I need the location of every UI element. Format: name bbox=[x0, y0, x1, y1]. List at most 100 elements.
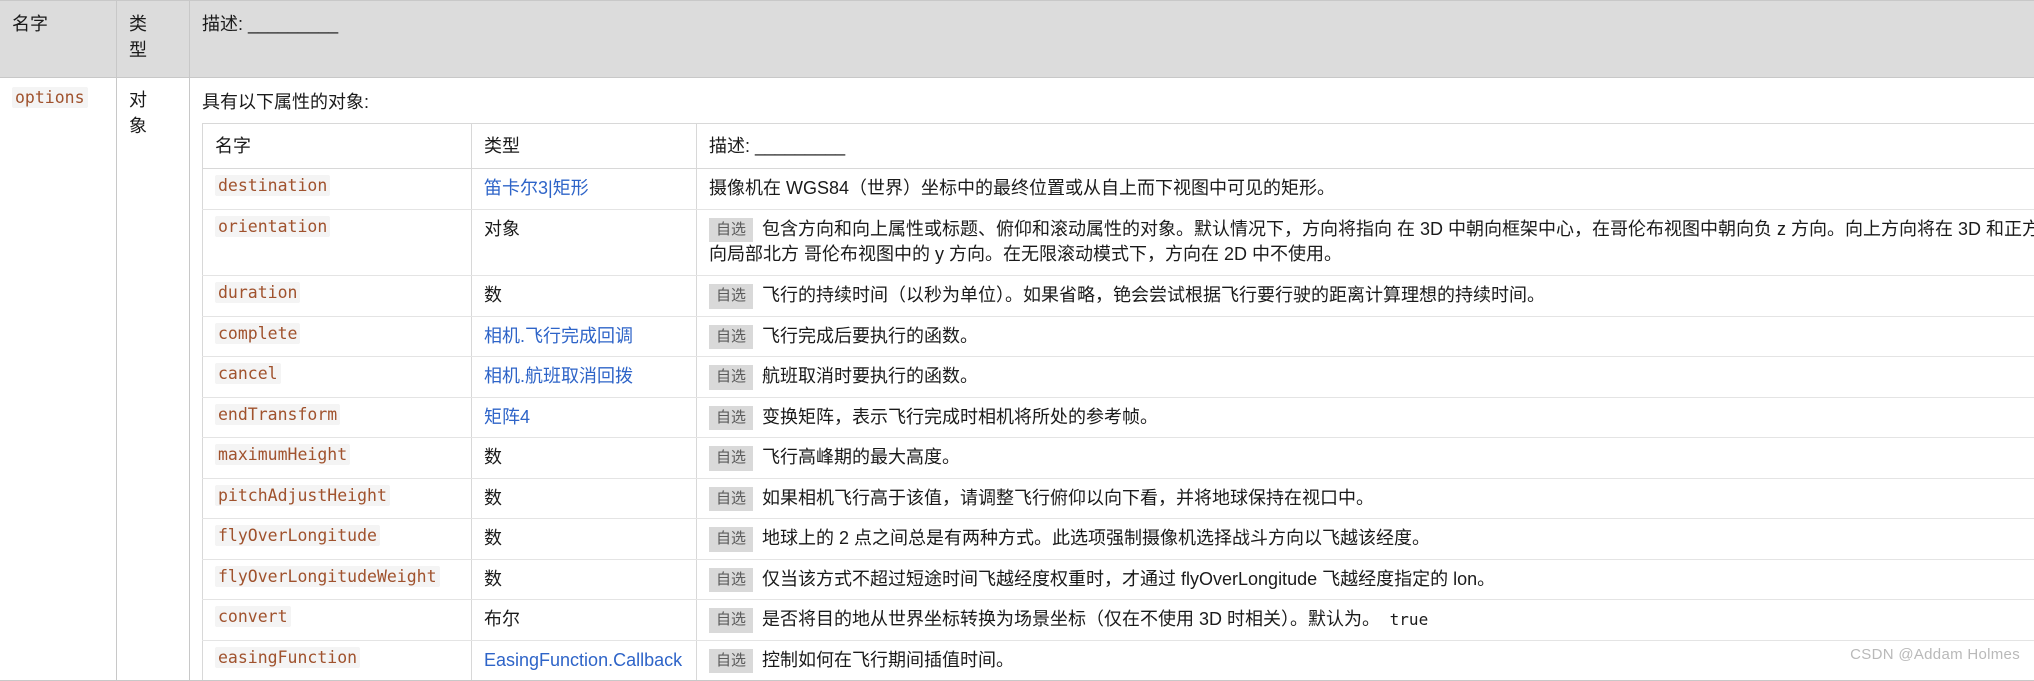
property-description-wrapper: 自选仅当该方式不超过短途时间飞越经度权重时，才通过 flyOverLongitu… bbox=[709, 567, 2034, 593]
inner-header-type: 类型 bbox=[472, 124, 697, 169]
optional-badge: 自选 bbox=[709, 365, 753, 390]
property-description-cell: 自选飞行高峰期的最大高度。 bbox=[697, 438, 2034, 479]
property-type-link[interactable]: EasingFunction.Callback bbox=[484, 650, 682, 670]
property-type-cell: 矩阵4 bbox=[472, 397, 697, 438]
outer-table-body: options 对 象 具有以下属性的对象: 名字 类型 描述: _______… bbox=[0, 78, 2034, 681]
property-type-cell: 相机.航班取消回拨 bbox=[472, 357, 697, 398]
property-name: destination bbox=[215, 175, 330, 196]
property-description: 包含方向和向上属性或标题、俯仰和滚动属性的对象。默认情况下，方向将指向 在 3D… bbox=[709, 219, 2034, 265]
property-description: 变换矩阵，表示飞行完成时相机将所处的参考帧。 bbox=[762, 407, 1158, 427]
property-description: 是否将目的地从世界坐标转换为场景坐标（仅在不使用 3D 时相关）。默认为。 bbox=[762, 609, 1380, 629]
property-type-cell: EasingFunction.Callback bbox=[472, 640, 697, 680]
outer-row-type: 对 象 bbox=[117, 78, 190, 681]
property-type-link[interactable]: 相机.航班取消回拨 bbox=[484, 366, 633, 386]
property-description-wrapper: 自选航班取消时要执行的函数。 bbox=[709, 364, 2034, 390]
optional-badge: 自选 bbox=[709, 325, 753, 350]
optional-badge: 自选 bbox=[709, 649, 753, 674]
property-type-link[interactable]: 笛卡尔3|矩形 bbox=[484, 178, 589, 198]
property-description-default-value: true bbox=[1380, 610, 1428, 629]
table-row: complete 相机.飞行完成回调 自选飞行完成后要执行的函数。 bbox=[203, 316, 2034, 357]
table-row: convert 布尔自选是否将目的地从世界坐标转换为场景坐标（仅在不使用 3D 时… bbox=[203, 600, 2034, 641]
table-row: flyOverLongitudeWeight 数 自选仅当该方式不超过短途时间飞越经… bbox=[203, 559, 2034, 600]
property-type-cell: 数 bbox=[472, 478, 697, 519]
property-type-cell: 布尔 bbox=[472, 600, 697, 641]
property-description-cell: 自选航班取消时要执行的函数。 bbox=[697, 357, 2034, 398]
property-name-cell: easingFunction bbox=[203, 640, 472, 680]
property-name-cell: orientation bbox=[203, 209, 472, 275]
table-row: endTransform 矩阵4 自选变换矩阵，表示飞行完成时相机将所处的参考帧。 bbox=[203, 397, 2034, 438]
property-type-link[interactable]: 矩阵4 bbox=[484, 407, 530, 427]
property-description-wrapper: 自选地球上的 2 点之间总是有两种方式。此选项强制摄像机选择战斗方向以飞越该经度… bbox=[709, 526, 2034, 552]
property-description-cell: 自选如果相机飞行高于该值，请调整飞行俯仰以向下看，并将地球保持在视口中。 bbox=[697, 478, 2034, 519]
property-description: 飞行的持续时间（以秒为单位）。如果省略，铯会尝试根据飞行要行驶的距离计算理想的持… bbox=[762, 285, 1545, 305]
property-name: orientation bbox=[215, 216, 330, 237]
property-name: duration bbox=[215, 282, 300, 303]
property-description-cell: 摄像机在 WGS84（世界）坐标中的最终位置或从自上而下视图中可见的矩形。 bbox=[697, 169, 2034, 210]
property-description-wrapper: 自选是否将目的地从世界坐标转换为场景坐标（仅在不使用 3D 时相关）。默认为。 … bbox=[709, 607, 2034, 633]
property-description: 飞行完成后要执行的函数。 bbox=[762, 326, 978, 346]
optional-badge: 自选 bbox=[709, 527, 753, 552]
optional-badge: 自选 bbox=[709, 406, 753, 431]
optional-badge: 自选 bbox=[709, 284, 753, 309]
table-row: duration数自选飞行的持续时间（以秒为单位）。如果省略，铯会尝试根据飞行要… bbox=[203, 276, 2034, 317]
property-description-cell: 自选地球上的 2 点之间总是有两种方式。此选项强制摄像机选择战斗方向以飞越该经度… bbox=[697, 519, 2034, 560]
optional-badge: 自选 bbox=[709, 218, 753, 243]
property-description-wrapper: 摄像机在 WGS84（世界）坐标中的最终位置或从自上而下视图中可见的矩形。 bbox=[709, 176, 2034, 202]
property-name: cancel bbox=[215, 363, 281, 384]
outer-table-header: 名字 类 型 描述: _________ bbox=[0, 1, 2034, 78]
table-row: orientation 对象自选包含方向和向上属性或标题、俯仰和滚动属性的对象。默… bbox=[203, 209, 2034, 275]
table-row: maximumHeight 数 自选飞行高峰期的最大高度。 bbox=[203, 438, 2034, 479]
outer-header-description-label: 描述: _________ bbox=[202, 14, 338, 34]
optional-badge: 自选 bbox=[709, 446, 753, 471]
property-description-cell: 自选变换矩阵，表示飞行完成时相机将所处的参考帧。 bbox=[697, 397, 2034, 438]
property-description-cell: 自选仅当该方式不超过短途时间飞越经度权重时，才通过 flyOverLongitu… bbox=[697, 559, 2034, 600]
optional-badge: 自选 bbox=[709, 487, 753, 512]
table-row: destination 笛卡尔3|矩形 摄像机在 WGS84（世界）坐标中的最终位置… bbox=[203, 169, 2034, 210]
inner-header-description: 描述: _________ bbox=[697, 124, 2034, 169]
property-description-wrapper: 自选控制如何在飞行期间插值时间。 bbox=[709, 648, 2034, 674]
table-row: cancel 相机.航班取消回拨 自选航班取消时要执行的函数。 bbox=[203, 357, 2034, 398]
optional-badge: 自选 bbox=[709, 568, 753, 593]
table-row: pitchAdjustHeight数自选如果相机飞行高于该值，请调整飞行俯仰以向… bbox=[203, 478, 2034, 519]
property-name: endTransform bbox=[215, 404, 340, 425]
property-description-cell: 自选是否将目的地从世界坐标转换为场景坐标（仅在不使用 3D 时相关）。默认为。 … bbox=[697, 600, 2034, 641]
property-description: 控制如何在飞行期间插值时间。 bbox=[762, 650, 1014, 670]
property-name-cell: flyOverLongitude bbox=[203, 519, 472, 560]
property-type-cell: 数 bbox=[472, 519, 697, 560]
property-name-cell: pitchAdjustHeight bbox=[203, 478, 472, 519]
outer-header-type-line2: 型 bbox=[129, 37, 177, 63]
table-row: flyOverLongitude 数 自选地球上的 2 点之间总是有两种方式。此选项… bbox=[203, 519, 2034, 560]
property-name-cell: maximumHeight bbox=[203, 438, 472, 479]
property-name: flyOverLongitude bbox=[215, 525, 380, 546]
property-description-cell: 自选控制如何在飞行期间插值时间。 bbox=[697, 640, 2034, 680]
property-description: 地球上的 2 点之间总是有两种方式。此选项强制摄像机选择战斗方向以飞越该经度。 bbox=[762, 528, 1430, 548]
property-name: convert bbox=[215, 606, 291, 627]
inner-header-name: 名字 bbox=[203, 124, 472, 169]
parameters-table: 名字 类 型 描述: _________ options 对 象 具有以下属性的… bbox=[0, 0, 2034, 681]
property-description-wrapper: 自选飞行完成后要执行的函数。 bbox=[709, 324, 2034, 350]
property-type: 数 bbox=[484, 528, 502, 548]
property-description: 摄像机在 WGS84（世界）坐标中的最终位置或从自上而下视图中可见的矩形。 bbox=[709, 178, 1335, 198]
property-type-cell: 笛卡尔3|矩形 bbox=[472, 169, 697, 210]
property-description-wrapper: 自选包含方向和向上属性或标题、俯仰和滚动属性的对象。默认情况下，方向将指向 在 … bbox=[709, 217, 2034, 268]
property-description: 航班取消时要执行的函数。 bbox=[762, 366, 978, 386]
property-name: easingFunction bbox=[215, 647, 360, 668]
outer-header-description: 描述: _________ bbox=[190, 1, 2034, 78]
inner-header-row: 名字 类型 描述: _________ bbox=[203, 124, 2034, 169]
options-lead-text: 具有以下属性的对象: bbox=[202, 88, 2034, 123]
optional-badge: 自选 bbox=[709, 608, 753, 633]
property-description: 飞行高峰期的最大高度。 bbox=[762, 447, 960, 467]
property-type: 数 bbox=[484, 447, 502, 467]
property-description-wrapper: 自选飞行高峰期的最大高度。 bbox=[709, 445, 2034, 471]
property-type: 数 bbox=[484, 569, 502, 589]
property-name: complete bbox=[215, 323, 300, 344]
table-row: options 对 象 具有以下属性的对象: 名字 类型 描述: _______… bbox=[0, 78, 2034, 681]
property-name-cell: duration bbox=[203, 276, 472, 317]
property-type-cell: 数 bbox=[472, 438, 697, 479]
outer-row-type-line2: 象 bbox=[129, 114, 177, 140]
property-type-cell: 对象 bbox=[472, 209, 697, 275]
property-type-link[interactable]: 相机.飞行完成回调 bbox=[484, 326, 633, 346]
outer-header-row: 名字 类 型 描述: _________ bbox=[0, 1, 2034, 78]
property-name-cell: complete bbox=[203, 316, 472, 357]
property-name: flyOverLongitudeWeight bbox=[215, 566, 440, 587]
